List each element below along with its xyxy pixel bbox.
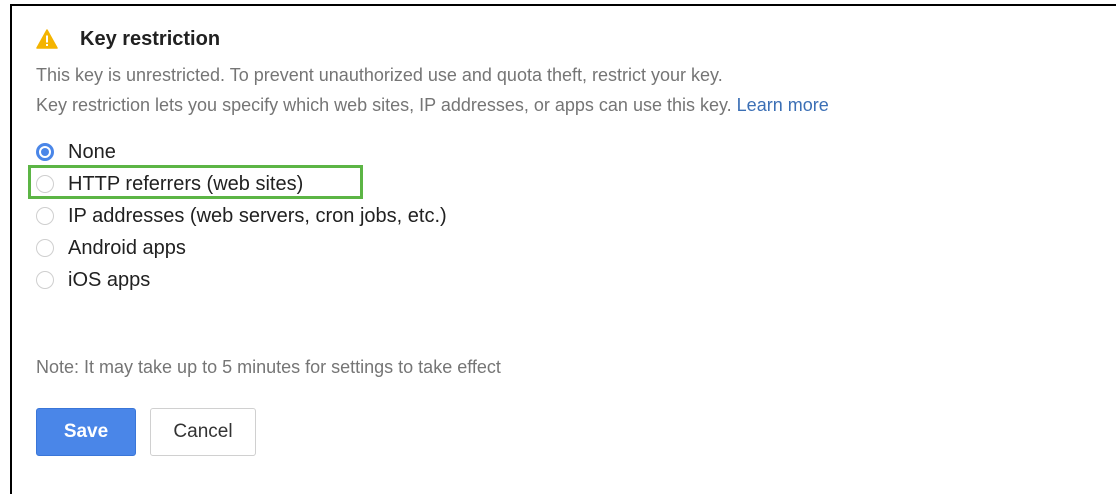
radio-button[interactable]	[36, 175, 54, 193]
radio-label: IP addresses (web servers, cron jobs, et…	[68, 204, 447, 227]
radio-button[interactable]	[36, 207, 54, 225]
cancel-button[interactable]: Cancel	[150, 408, 256, 456]
radio-label: HTTP referrers (web sites)	[68, 172, 304, 195]
radio-option-ip-addresses[interactable]: IP addresses (web servers, cron jobs, et…	[36, 200, 829, 232]
save-button[interactable]: Save	[36, 408, 136, 456]
heading-row: Key restriction	[36, 26, 829, 52]
restriction-explanation-text: Key restriction lets you specify which w…	[36, 95, 732, 115]
radio-button[interactable]	[36, 143, 54, 161]
radio-option-android-apps[interactable]: Android apps	[36, 232, 829, 264]
settings-delay-note: Note: It may take up to 5 minutes for se…	[36, 357, 501, 377]
radio-button[interactable]	[36, 271, 54, 289]
action-buttons: Save Cancel	[36, 408, 829, 456]
restriction-explanation: Key restriction lets you specify which w…	[36, 90, 829, 120]
section-title: Key restriction	[80, 27, 221, 50]
radio-button[interactable]	[36, 239, 54, 257]
radio-option-http-referrers[interactable]: HTTP referrers (web sites)	[28, 165, 829, 200]
radio-label: iOS apps	[68, 268, 151, 291]
radio-label: None	[68, 140, 116, 163]
radio-option-none[interactable]: None	[36, 136, 829, 168]
radio-label: Android apps	[68, 236, 186, 259]
restriction-radio-group: None HTTP referrers (web sites) IP addre…	[28, 136, 829, 296]
warning-icon	[36, 29, 58, 49]
radio-option-ios-apps[interactable]: iOS apps	[36, 264, 829, 296]
learn-more-link[interactable]: Learn more	[737, 95, 829, 115]
key-restriction-section: Key restriction This key is unrestricted…	[28, 26, 829, 456]
unrestricted-warning-text: This key is unrestricted. To prevent una…	[36, 65, 723, 85]
